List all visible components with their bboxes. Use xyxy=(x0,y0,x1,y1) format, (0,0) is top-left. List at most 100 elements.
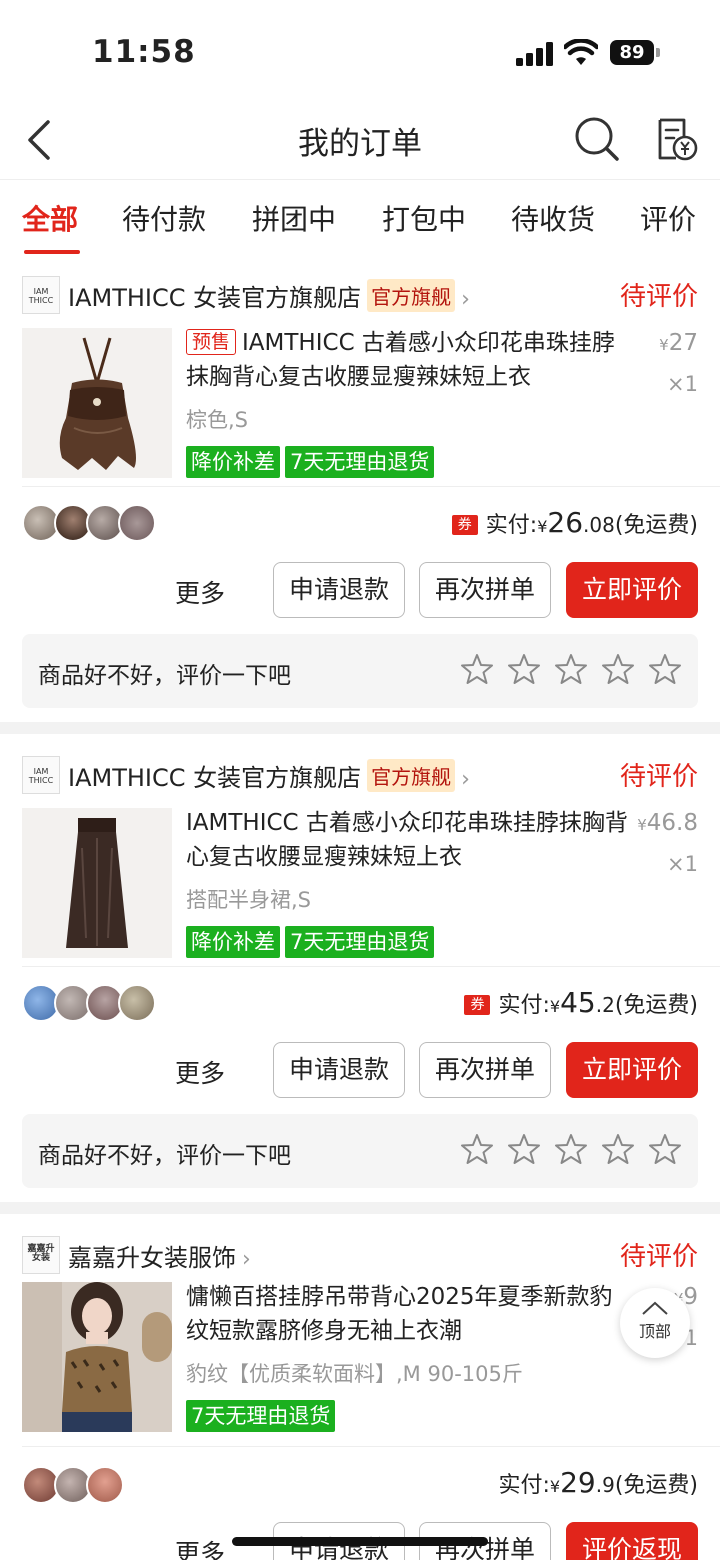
paid-amount: ¥45.2 xyxy=(550,986,615,1019)
review-prompt: 商品好不好，评价一下吧 xyxy=(38,1143,291,1169)
more-button[interactable]: 更多 xyxy=(175,1054,225,1090)
shipping-note: (免运费) xyxy=(614,993,698,1018)
order-card: 嘉嘉升 女装 嘉嘉升女装服饰 › 待评价 慵懒百搭挂脖吊带背心2025年夏季新款豹… xyxy=(0,1222,720,1560)
star-icon[interactable] xyxy=(554,652,588,686)
coupon-icon: 券 xyxy=(464,995,491,1015)
refund-button[interactable]: 申请退款 xyxy=(273,562,405,618)
more-button[interactable]: 更多 xyxy=(175,1534,225,1560)
back-to-top-button[interactable]: 顶部 xyxy=(620,1288,690,1358)
review-now-button[interactable]: 立即评价 xyxy=(566,562,698,618)
currency-symbol: ¥ xyxy=(549,997,561,1016)
reorder-button[interactable]: 再次拼单 xyxy=(419,1042,551,1098)
tab-all[interactable]: 全部 xyxy=(22,198,78,238)
order-status: 待评价 xyxy=(619,1242,698,1272)
back-to-top-label: 顶部 xyxy=(638,1322,671,1341)
store-row[interactable]: IAM THICC IAMTHICC 女装官方旗舰店 官方旗舰 › 待评价 xyxy=(22,754,698,794)
store-logo: IAM THICC xyxy=(22,276,60,314)
search-icon[interactable] xyxy=(574,116,620,162)
refund-button[interactable]: 申请退款 xyxy=(273,1042,405,1098)
unit-price-value: 27 xyxy=(668,330,698,356)
store-logo: IAM THICC xyxy=(22,756,60,794)
product-spec: 棕色,S xyxy=(186,408,249,432)
store-name: 嘉嘉升女装服饰 xyxy=(68,1244,236,1272)
product-title: IAMTHICC 古着感小众印花串珠挂脖抹胸背心复古收腰显瘦辣妹短上衣 xyxy=(186,330,615,390)
currency-symbol: ¥ xyxy=(537,517,548,536)
group-avatars xyxy=(22,984,162,1022)
tab-to-receive[interactable]: 待收货 xyxy=(511,198,595,238)
store-row[interactable]: IAM THICC IAMTHICC 女装官方旗舰店 官方旗舰 › 待评价 xyxy=(22,274,698,314)
star-icon[interactable] xyxy=(601,652,635,686)
review-prompt-box: 商品好不好，评价一下吧 xyxy=(22,634,698,708)
review-prompt: 商品好不好，评价一下吧 xyxy=(38,663,291,689)
nav-bar: 我的订单 xyxy=(0,100,720,180)
paid-label: 实付: xyxy=(498,1473,550,1498)
star-icon[interactable] xyxy=(507,652,541,686)
star-icon[interactable] xyxy=(601,1132,635,1166)
product-image[interactable] xyxy=(22,808,172,958)
tag-price-protection: 降价补差 xyxy=(186,926,280,958)
tab-pending-payment[interactable]: 待付款 xyxy=(122,198,206,238)
service-tags: 降价补差 7天无理由退货 xyxy=(186,446,439,478)
tab-review[interactable]: 评价 xyxy=(640,198,696,238)
unit-price-value: 46.8 xyxy=(646,810,698,836)
star-icon[interactable] xyxy=(648,652,682,686)
order-actions: 更多 申请退款 再次拼单 立即评价 xyxy=(0,1042,720,1098)
star-icon[interactable] xyxy=(460,652,494,686)
group-avatars xyxy=(22,504,162,542)
home-indicator xyxy=(232,1537,488,1546)
paid-label: 实付: xyxy=(498,993,550,1018)
status-time: 11:58 xyxy=(92,34,196,70)
chevron-right-icon: › xyxy=(242,1247,251,1272)
product-title[interactable]: 慵懒百搭挂脖吊带背心2025年夏季新款豹纹短款露脐修身无袖上衣潮 xyxy=(186,1280,631,1348)
divider xyxy=(22,966,720,967)
group-avatars xyxy=(22,1466,162,1504)
paid-amount-int: 26 xyxy=(547,506,584,539)
product-image[interactable] xyxy=(22,1282,172,1432)
unit-price: ¥46.8 xyxy=(637,810,698,836)
battery-icon: 89 xyxy=(610,40,654,65)
tab-group-buying[interactable]: 拼团中 xyxy=(252,198,336,238)
store-name-wrap: IAMTHICC 女装官方旗舰店 官方旗舰 › xyxy=(68,278,470,313)
official-badge: 官方旗舰 xyxy=(367,279,456,312)
shipping-note: (免运费) xyxy=(614,513,698,538)
service-tags: 降价补差 7天无理由退货 xyxy=(186,926,439,958)
active-tab-indicator xyxy=(24,250,80,254)
review-now-button[interactable]: 立即评价 xyxy=(566,1042,698,1098)
reorder-button[interactable]: 再次拼单 xyxy=(419,562,551,618)
tag-price-protection: 降价补差 xyxy=(186,446,280,478)
chevron-right-icon: › xyxy=(461,767,470,792)
tag-7day-return: 7天无理由退货 xyxy=(186,1400,336,1432)
tab-packing[interactable]: 打包中 xyxy=(382,198,466,238)
star-icon[interactable] xyxy=(648,1132,682,1166)
avatar xyxy=(86,1466,124,1504)
invoice-icon[interactable] xyxy=(654,116,698,162)
more-button[interactable]: 更多 xyxy=(175,574,225,610)
review-prompt-box: 商品好不好，评价一下吧 xyxy=(22,1114,698,1188)
order-actions: 更多 申请退款 再次拼单 立即评价 xyxy=(0,562,720,618)
star-icon[interactable] xyxy=(507,1132,541,1166)
product-image[interactable] xyxy=(22,328,172,478)
paid-label: 实付: xyxy=(485,513,538,538)
cellular-signal-icon xyxy=(516,42,554,66)
unit-price: ¥27 xyxy=(659,330,698,356)
official-badge: 官方旗舰 xyxy=(367,759,456,792)
order-status: 待评价 xyxy=(619,282,698,312)
store-row[interactable]: 嘉嘉升 女装 嘉嘉升女装服饰 › 待评价 xyxy=(22,1234,698,1274)
store-name: IAMTHICC 女装官方旗舰店 xyxy=(68,284,362,312)
store-name-wrap: 嘉嘉升女装服饰 › xyxy=(68,1238,251,1273)
star-icon[interactable] xyxy=(460,1132,494,1166)
currency-symbol: ¥ xyxy=(637,816,647,834)
card-separator xyxy=(0,1202,720,1214)
paid-amount-dec: .08 xyxy=(583,513,615,537)
product-title-wrap[interactable]: 预售 IAMTHICC 古着感小众印花串珠挂脖抹胸背心复古收腰显瘦辣妹短上衣 xyxy=(186,326,631,394)
product-title[interactable]: IAMTHICC 古着感小众印花串珠挂脖抹胸背心复古收腰显瘦辣妹短上衣 xyxy=(186,806,631,874)
star-rating xyxy=(447,1132,682,1168)
review-cashback-button[interactable]: 评价返现 xyxy=(566,1522,698,1560)
star-icon[interactable] xyxy=(554,1132,588,1166)
divider xyxy=(22,1446,720,1447)
product-spec: 搭配半身裙,S xyxy=(186,888,312,912)
service-tags: 7天无理由退货 xyxy=(186,1400,340,1432)
paid-row: 券实付:¥45.2(免运费) xyxy=(464,986,698,1019)
star-rating xyxy=(447,652,682,688)
status-bar: 11:58 89 xyxy=(0,0,720,100)
